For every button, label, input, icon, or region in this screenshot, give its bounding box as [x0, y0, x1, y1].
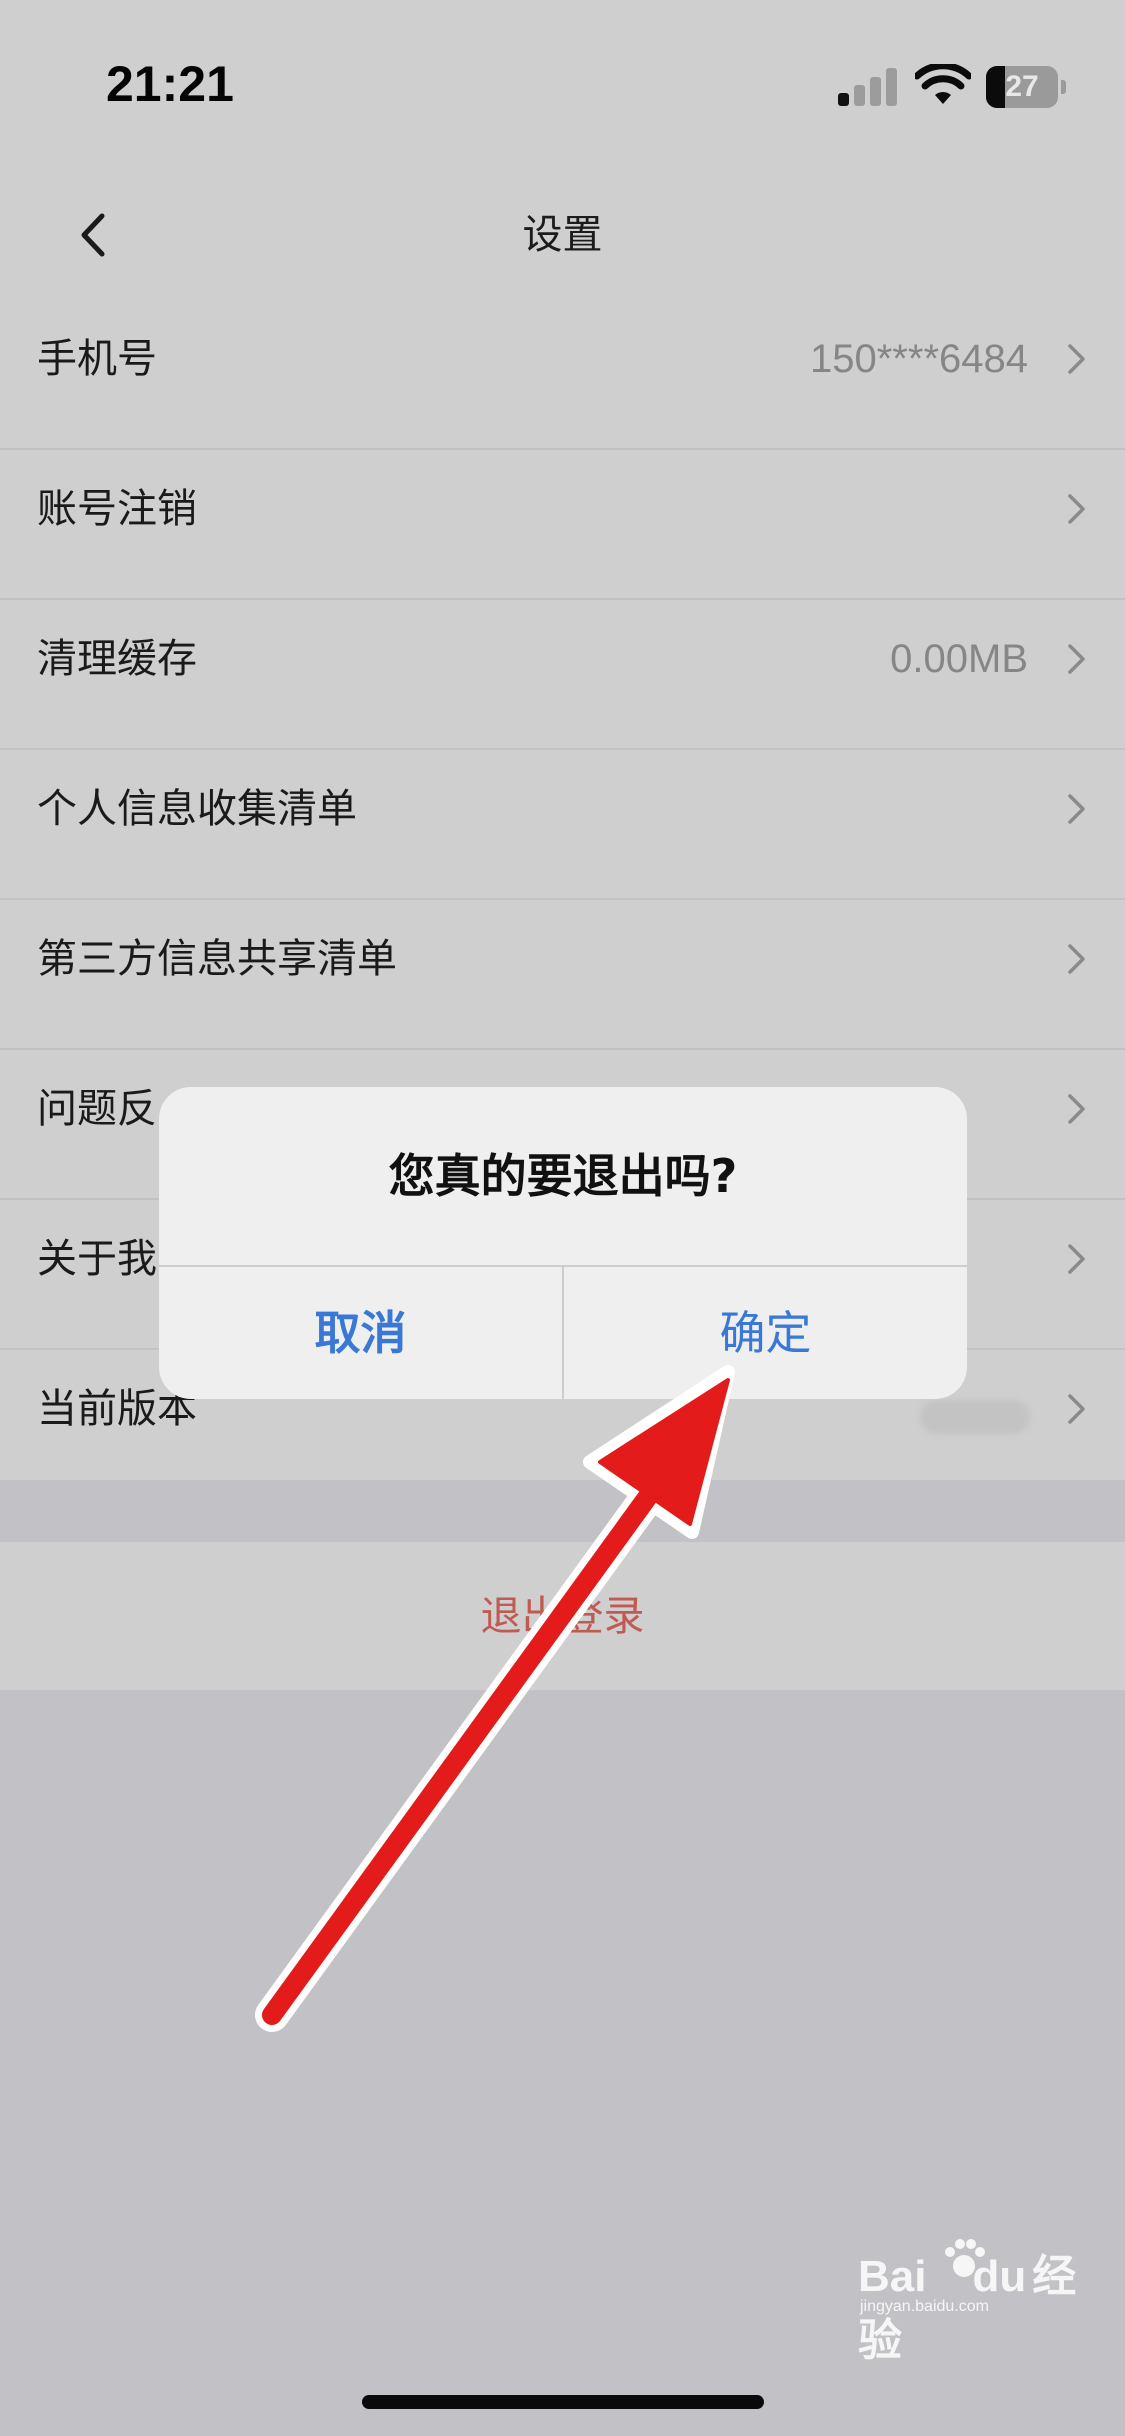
chevron-right-icon	[1068, 344, 1085, 374]
watermark-url: jingyan.baidu.com	[860, 2298, 989, 2315]
row-label: 个人信息收集清单	[37, 786, 357, 832]
dialog-title: 您真的要退出吗?	[388, 1149, 738, 1203]
row-third-party-sharing[interactable]: 第三方信息共享清单	[0, 900, 1125, 1050]
confirm-button[interactable]: 确定	[564, 1267, 967, 1399]
chevron-right-icon	[1068, 944, 1085, 974]
status-time: 21:21	[106, 56, 234, 112]
logout-label: 退出登录	[480, 1592, 645, 1640]
home-indicator[interactable]	[362, 2395, 764, 2409]
row-phone[interactable]: 手机号 150****6484	[0, 300, 1125, 450]
chevron-right-icon	[1068, 494, 1085, 524]
chevron-right-icon	[1068, 1394, 1085, 1424]
status-bar: 21:21 27	[0, 0, 1125, 170]
cellular-signal-icon	[838, 66, 900, 106]
row-account-cancel[interactable]: 账号注销	[0, 450, 1125, 600]
row-label: 问题反	[37, 1086, 157, 1132]
page-title: 设置	[522, 212, 603, 258]
row-label: 第三方信息共享清单	[37, 936, 397, 982]
row-label: 手机号	[37, 336, 157, 382]
paw-logo-icon	[945, 2239, 985, 2277]
chevron-right-icon	[1068, 794, 1085, 824]
phone-value: 150****6484	[810, 337, 1028, 381]
cache-size-value: 0.00MB	[890, 637, 1028, 681]
baidu-jingyan-watermark: Bai du 经验 jingyan.baidu.com	[858, 2239, 1098, 2365]
chevron-right-icon	[1068, 1244, 1085, 1274]
wifi-icon	[915, 64, 971, 104]
nav-bar: 设置	[0, 170, 1125, 300]
chevron-right-icon	[1068, 644, 1085, 674]
row-personal-info-list[interactable]: 个人信息收集清单	[0, 750, 1125, 900]
logout-button[interactable]: 退出登录	[0, 1542, 1125, 1690]
cancel-button[interactable]: 取消	[159, 1267, 562, 1399]
row-clear-cache[interactable]: 清理缓存 0.00MB	[0, 600, 1125, 750]
row-label: 关于我	[37, 1236, 157, 1282]
logout-confirm-dialog: 您真的要退出吗? 取消 确定	[159, 1087, 967, 1399]
blurred-version-value	[920, 1400, 1030, 1434]
back-chevron-icon[interactable]	[60, 190, 140, 280]
battery-icon: 27	[986, 66, 1066, 108]
row-label: 账号注销	[37, 486, 197, 532]
battery-percent: 27	[1005, 70, 1039, 103]
chevron-right-icon	[1068, 1094, 1085, 1124]
section-gap	[0, 1480, 1125, 1542]
row-label: 清理缓存	[37, 636, 197, 682]
